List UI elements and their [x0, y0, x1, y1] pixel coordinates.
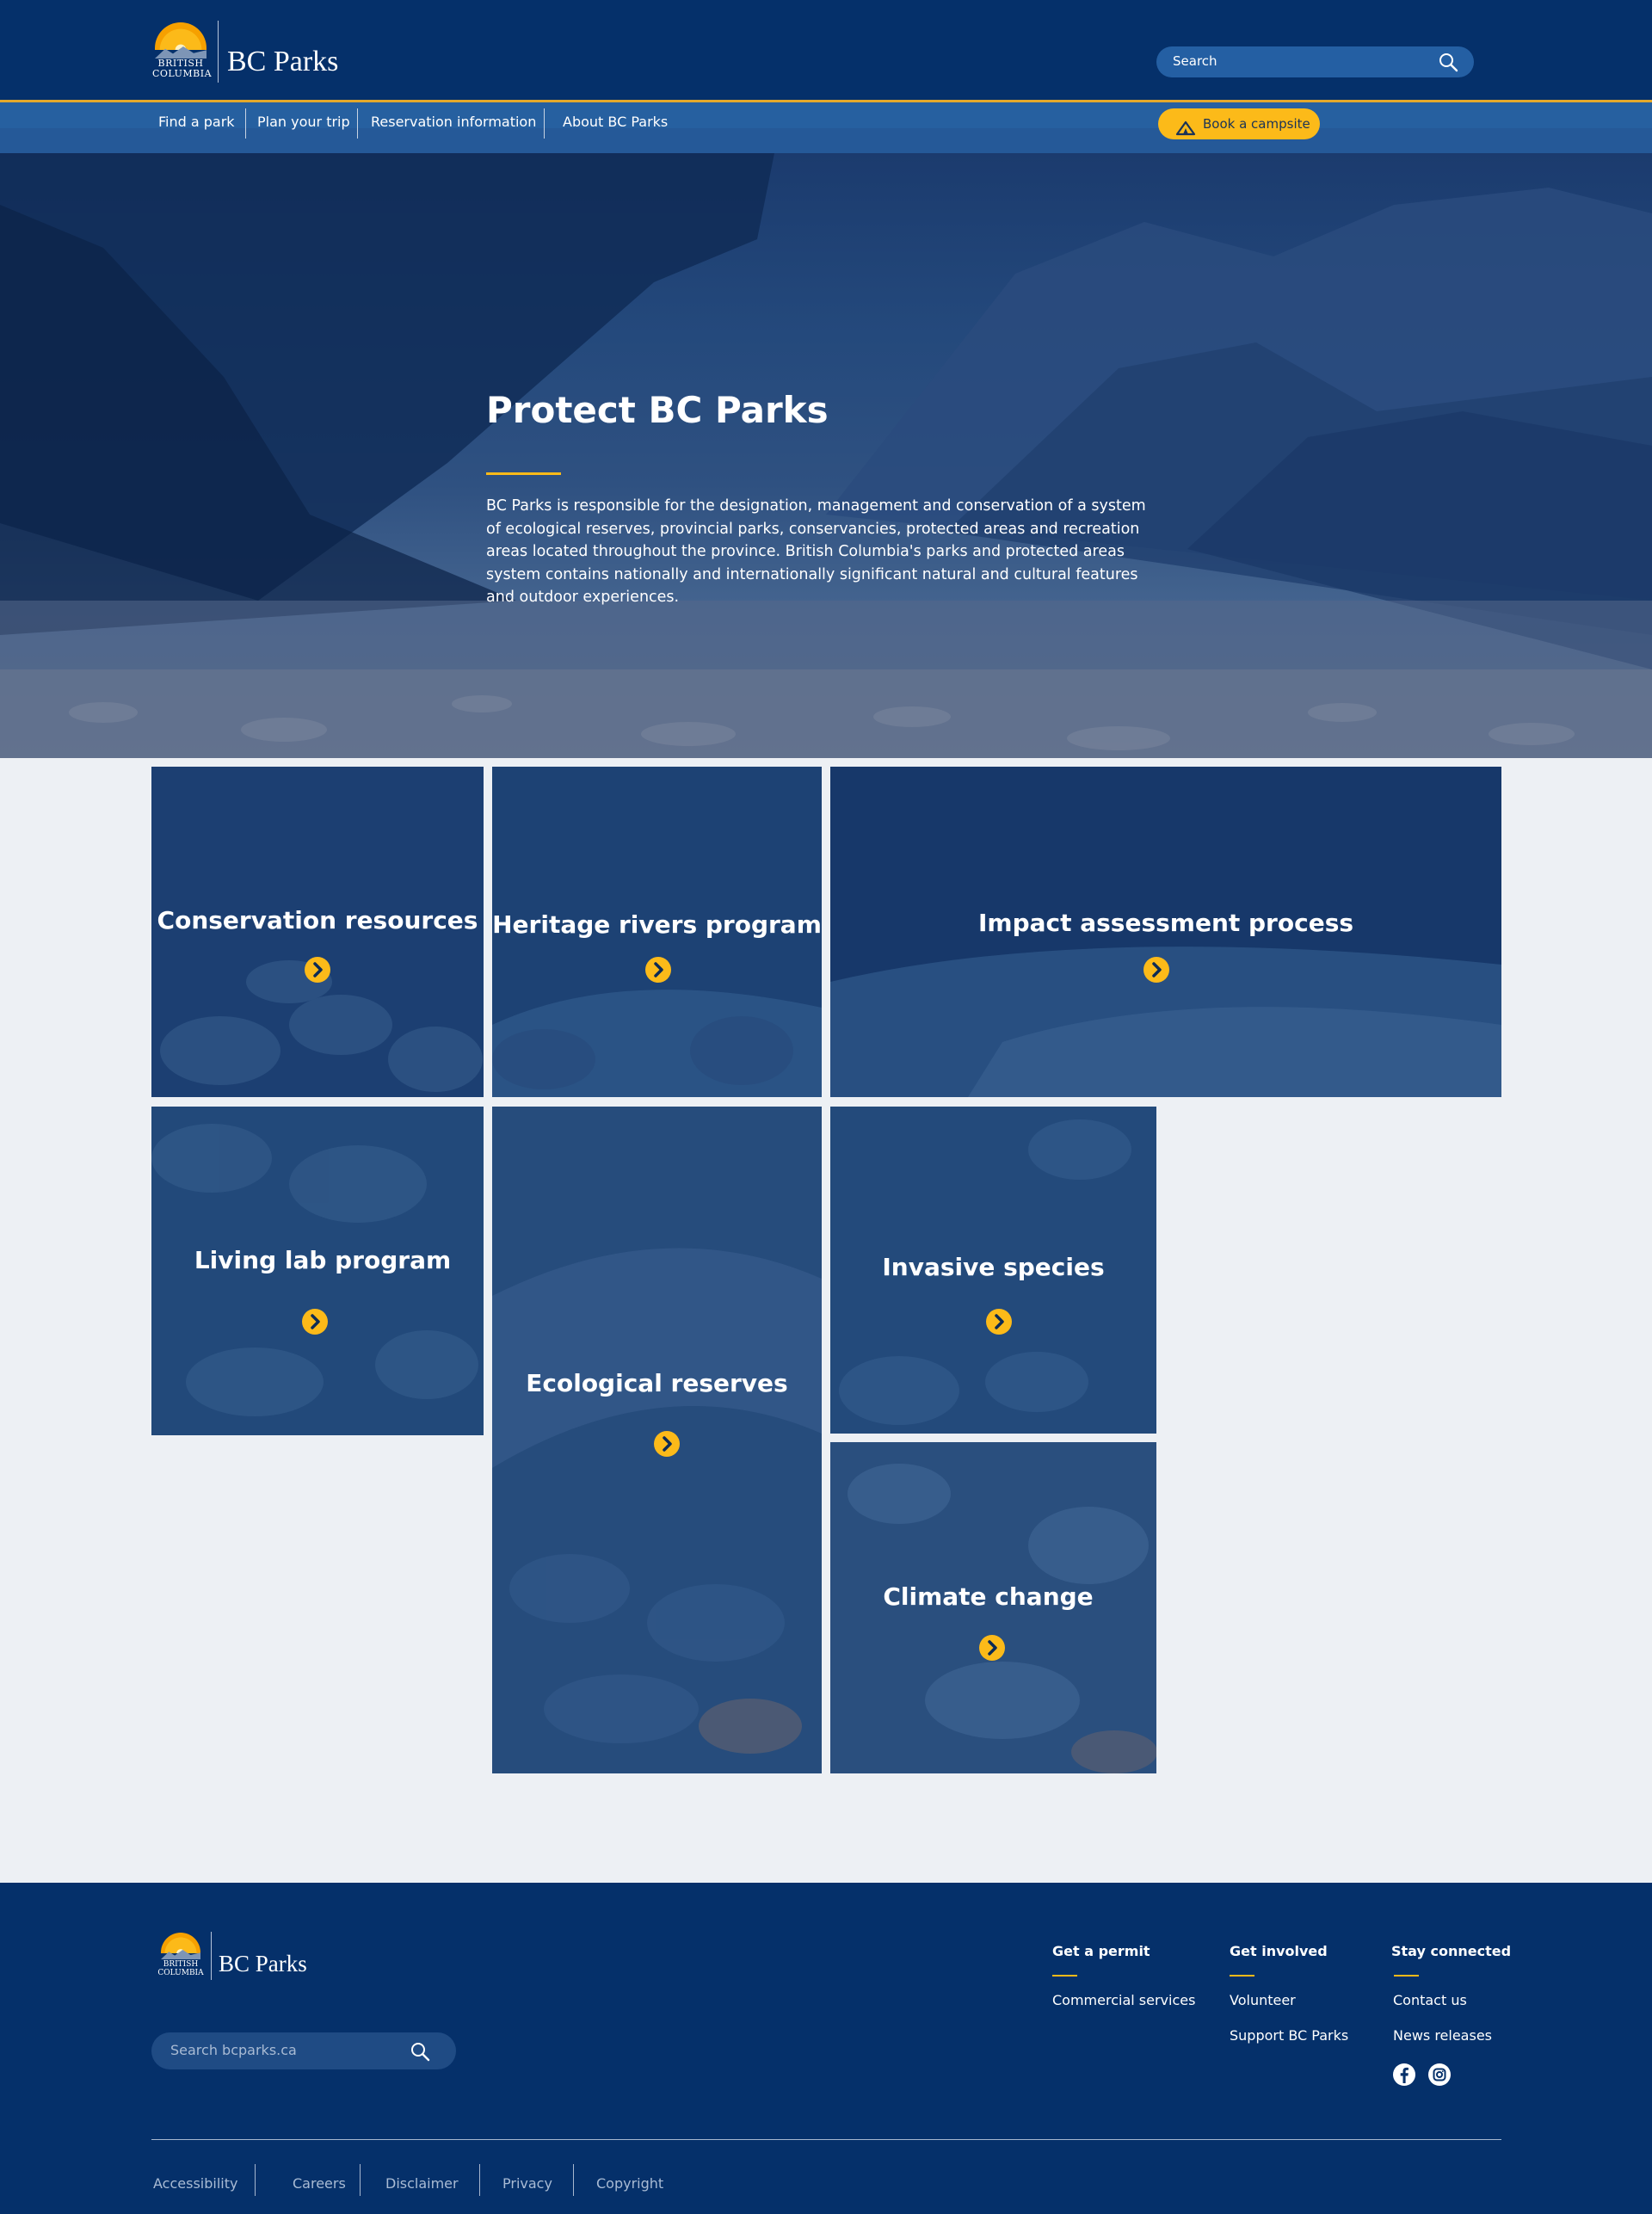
tile-invasive-species[interactable]: Invasive species [830, 1107, 1156, 1434]
tile-living-lab-program[interactable]: Living lab program [151, 1107, 484, 1435]
footer-search-field[interactable]: Search bcparks.ca [151, 2032, 456, 2069]
nav-find-a-park[interactable]: Find a park [158, 102, 235, 141]
chevron-right-icon[interactable] [305, 957, 330, 983]
search-placeholder: Search [1173, 53, 1217, 69]
footer-link-disclaimer[interactable]: Disclaimer [385, 2175, 459, 2192]
footer-link-volunteer[interactable]: Volunteer [1230, 1992, 1296, 2008]
instagram-icon[interactable] [1427, 2063, 1452, 2087]
footer-link-careers[interactable]: Careers [293, 2175, 346, 2192]
nav-reservation-information[interactable]: Reservation information [371, 102, 536, 141]
footer-link-accessibility[interactable]: Accessibility [153, 2175, 237, 2192]
chevron-right-icon[interactable] [654, 1431, 680, 1457]
chevron-right-icon[interactable] [302, 1309, 328, 1335]
footer-heading-stay-connected: Stay connected [1391, 1943, 1512, 1959]
chevron-right-icon[interactable] [986, 1309, 1012, 1335]
footer-link-support-bc-parks[interactable]: Support BC Parks [1230, 2027, 1348, 2044]
logo-wordmark: BC Parks [227, 46, 339, 77]
search-field[interactable]: Search [1156, 46, 1474, 77]
title-underline [486, 472, 561, 475]
nav-plan-your-trip[interactable]: Plan your trip [257, 102, 350, 141]
tile-title: Conservation resources [157, 906, 478, 934]
footer-logo[interactable]: BRITISH COLUMBIA BC Parks [157, 1931, 307, 1981]
search-icon[interactable] [1438, 52, 1458, 76]
footer-link-news-releases[interactable]: News releases [1393, 2027, 1492, 2044]
footer-search-placeholder: Search bcparks.ca [170, 2042, 297, 2058]
chevron-right-icon[interactable] [979, 1635, 1005, 1661]
footer-link-commercial-services[interactable]: Commercial services [1052, 1992, 1195, 2008]
hero-banner: Protect BC Parks BC Parks is responsible… [0, 153, 1652, 758]
facebook-icon[interactable] [1392, 2063, 1416, 2087]
site-header: BRITISH COLUMBIA BC Parks Search [0, 0, 1652, 100]
search-icon[interactable] [410, 2041, 430, 2065]
hero-mountain-image [0, 153, 1652, 758]
tent-icon [1175, 116, 1196, 147]
tile-climate-change[interactable]: Climate change [830, 1442, 1156, 1773]
site-footer: BRITISH COLUMBIA BC Parks Search bcparks.… [0, 1883, 1652, 2214]
footer-link-privacy[interactable]: Privacy [502, 2175, 552, 2192]
tile-title: Climate change [883, 1582, 1094, 1611]
tile-conservation-resources[interactable]: Conservation resources [151, 767, 484, 1097]
footer-link-contact-us[interactable]: Contact us [1393, 1992, 1467, 2008]
footer-heading-get-involved: Get involved [1230, 1943, 1328, 1959]
book-campsite-label: Book a campsite [1203, 116, 1310, 132]
tile-impact-assessment-process[interactable]: Impact assessment process [830, 767, 1501, 1097]
page-title: Protect BC Parks [486, 389, 829, 431]
bc-sun-logo-icon: BRITISH COLUMBIA [152, 21, 212, 83]
tile-title: Impact assessment process [977, 909, 1354, 937]
tile-heritage-rivers-program[interactable]: Heritage rivers program [492, 767, 822, 1097]
chevron-right-icon[interactable] [1143, 957, 1169, 983]
footer-divider [151, 2139, 1501, 2140]
nav-about-bc-parks[interactable]: About BC Parks [563, 102, 668, 141]
tile-title: Heritage rivers program [492, 910, 822, 939]
tile-title: Living lab program [194, 1246, 452, 1274]
footer-link-copyright[interactable]: Copyright [596, 2175, 663, 2192]
tile-title: Ecological reserves [526, 1369, 788, 1397]
tile-ecological-reserves[interactable]: Ecological reserves [492, 1107, 822, 1773]
footer-heading-get-a-permit: Get a permit [1052, 1943, 1150, 1959]
hero-description: BC Parks is responsible for the designat… [486, 497, 1146, 606]
chevron-right-icon[interactable] [645, 957, 671, 983]
main-nav: Find a park Plan your trip Reservation i… [0, 102, 1652, 153]
bc-sun-logo-icon: BRITISH COLUMBIA [157, 1931, 204, 1981]
book-campsite-button[interactable]: Book a campsite [1158, 108, 1320, 139]
bc-parks-logo[interactable]: BRITISH COLUMBIA BC Parks [152, 21, 338, 83]
footer-logo-wordmark: BC Parks [219, 1950, 307, 1977]
tile-title: Invasive species [882, 1253, 1105, 1281]
